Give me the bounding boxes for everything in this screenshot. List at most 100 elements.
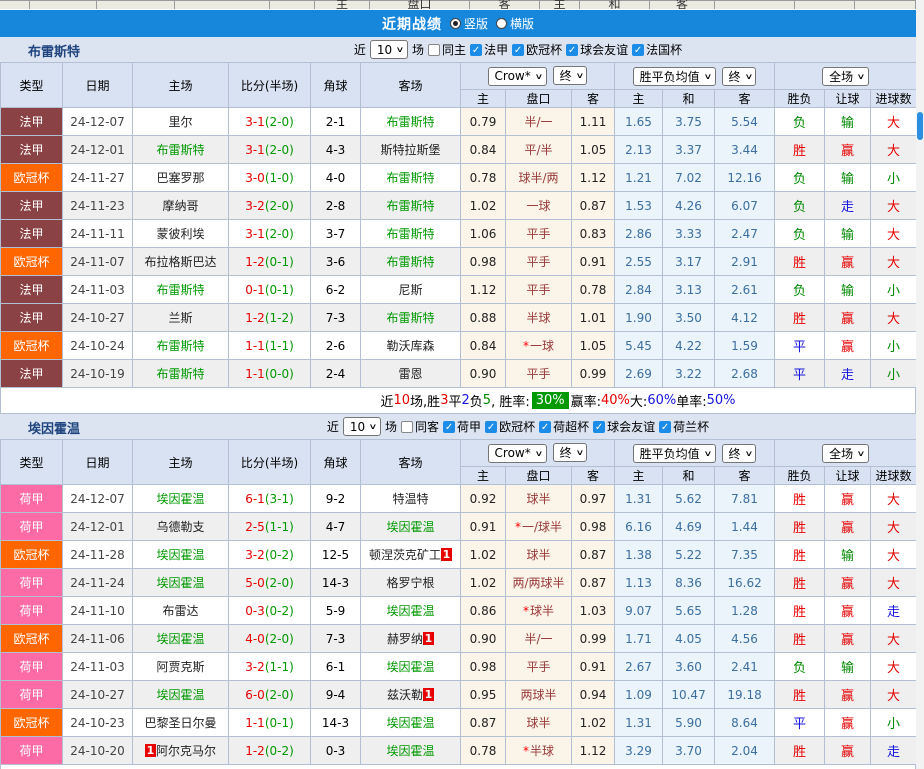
avg-away: 2.68 bbox=[714, 359, 776, 388]
odds-away: 0.98 bbox=[570, 512, 616, 541]
match-date: 24-11-24 bbox=[62, 568, 133, 597]
league-badge: 荷甲 bbox=[0, 568, 63, 597]
odds-home: 1.02 bbox=[460, 191, 506, 220]
league-checkbox-2[interactable]: ✓ 球会友谊 bbox=[566, 41, 628, 58]
star-icon: * bbox=[522, 339, 529, 353]
avg-away: 19.18 bbox=[714, 680, 776, 709]
same-venue-checkbox[interactable]: 同客 bbox=[401, 418, 439, 435]
league-checkbox-2[interactable]: ✓ 荷超杯 bbox=[539, 418, 589, 435]
result-wdl: 平 bbox=[774, 331, 826, 360]
away-team: 埃因霍温 bbox=[360, 736, 461, 765]
team-label: 顿涅茨克矿工 bbox=[368, 548, 441, 562]
league-checkbox-0[interactable]: ✓ 法甲 bbox=[470, 41, 508, 58]
final-select[interactable]: 终 ∨ bbox=[721, 66, 757, 86]
subcol-header: 主 bbox=[614, 466, 664, 485]
result-wdl: 胜 bbox=[774, 596, 826, 625]
subcol-header: 主 bbox=[614, 89, 664, 108]
handicap: 半/一 bbox=[505, 107, 572, 136]
avg-select[interactable]: 胜平负均值 ∨ bbox=[632, 443, 716, 463]
col-header: 比分(半场) bbox=[228, 439, 311, 485]
crow-select[interactable]: Crow* ∨ bbox=[487, 443, 547, 463]
avg-group-header: 胜平负均值 ∨ 终 ∨ bbox=[614, 439, 776, 467]
league-checkbox-1[interactable]: ✓ 欧冠杯 bbox=[512, 41, 562, 58]
checkbox-label: 同主 bbox=[442, 43, 467, 57]
result-wdl: 负 bbox=[774, 163, 826, 192]
final-select[interactable]: 终 ∨ bbox=[552, 66, 588, 86]
away-team: 赫罗纳 1 bbox=[360, 624, 461, 653]
summary-text: 3 bbox=[440, 393, 449, 408]
league-checkbox-3[interactable]: ✓ 球会友谊 bbox=[593, 418, 655, 435]
league-checkbox-0[interactable]: ✓ 荷甲 bbox=[443, 418, 481, 435]
odds-away: 1.01 bbox=[570, 303, 616, 332]
corner-score: 9-2 bbox=[310, 484, 361, 513]
match-row: 欧冠杯 24-11-27 巴塞罗那 3-0(1-0) 4-0 布雷斯特 0.78… bbox=[0, 163, 918, 192]
summary-text: 场,胜 bbox=[410, 395, 441, 410]
corner-score: 7-3 bbox=[310, 303, 361, 332]
chevron-down-icon: ∨ bbox=[703, 71, 712, 81]
unit-label: 场 bbox=[385, 420, 398, 434]
odds-away: 0.94 bbox=[570, 680, 616, 709]
league-checkbox-4[interactable]: ✓ 荷兰杯 bbox=[659, 418, 709, 435]
team-label: 布雷达 bbox=[162, 604, 199, 618]
subcol-header: 胜负 bbox=[774, 89, 826, 108]
rate-badge: 30% bbox=[531, 392, 569, 409]
match-row: 欧冠杯 24-10-23 巴黎圣日尔曼 1-1(0-1) 14-3 埃因霍温 0… bbox=[0, 708, 918, 737]
match-row: 欧冠杯 24-11-07 布拉格斯巴达 1-2(0-1) 3-6 布雷斯特 0.… bbox=[0, 247, 918, 276]
team-label: 布拉格斯巴达 bbox=[144, 255, 217, 269]
avg-select[interactable]: 胜平负均值 ∨ bbox=[632, 66, 716, 86]
result-handicap: 输 bbox=[824, 540, 872, 569]
col-header: 角球 bbox=[310, 62, 361, 108]
summary-text: 40% bbox=[601, 393, 630, 408]
chevron-down-icon: ∨ bbox=[744, 71, 753, 81]
result-handicap: 赢 bbox=[824, 135, 872, 164]
radio-vertical[interactable]: 竖版 bbox=[449, 15, 488, 32]
result-goals: 小 bbox=[870, 275, 918, 304]
home-team: 1 阿尔克马尔 bbox=[132, 736, 229, 765]
final-select[interactable]: 终 ∨ bbox=[552, 443, 588, 463]
result-wdl: 平 bbox=[774, 708, 826, 737]
away-team: 埃因霍温 bbox=[360, 596, 461, 625]
result-handicap: 赢 bbox=[824, 247, 872, 276]
league-badge: 欧冠杯 bbox=[0, 247, 63, 276]
league-checkbox-3[interactable]: ✓ 法国杯 bbox=[632, 41, 682, 58]
crow-select[interactable]: Crow* ∨ bbox=[487, 66, 547, 86]
near-count-select[interactable]: 10 ∨ bbox=[342, 417, 382, 436]
league-checkbox-1[interactable]: ✓ 欧冠杯 bbox=[485, 418, 535, 435]
clipped-header-cell: 客 bbox=[650, 0, 715, 9]
result-goals: 大 bbox=[870, 107, 918, 136]
match-row: 荷甲 24-10-27 埃因霍温 6-0(2-0) 9-4 兹沃勒 1 0.95 … bbox=[0, 680, 918, 709]
league-badge: 荷甲 bbox=[0, 484, 63, 513]
final-select[interactable]: 终 ∨ bbox=[721, 443, 757, 463]
col-header: 日期 bbox=[62, 62, 133, 108]
home-team: 埃因霍温 bbox=[132, 568, 229, 597]
near-label: 近 bbox=[326, 420, 339, 434]
odds-away: 1.12 bbox=[570, 736, 616, 765]
avg-draw: 8.36 bbox=[662, 568, 716, 597]
same-venue-checkbox[interactable]: 同主 bbox=[428, 41, 466, 58]
checkbox-icon: ✓ bbox=[659, 420, 672, 433]
league-badge: 荷甲 bbox=[0, 736, 63, 765]
team-section-1: 埃因霍温 近 10 ∨ 场 同客 ✓ 荷甲 ✓ 欧冠杯 ✓ 荷超杯 ✓ 球会友谊 ✓ 荷兰杯 类型日… bbox=[0, 414, 918, 769]
home-team: 埃因霍温 bbox=[132, 680, 229, 709]
radio-horizontal[interactable]: 横版 bbox=[496, 15, 534, 32]
away-team: 格罗宁根 bbox=[360, 568, 461, 597]
team-label: 埃因霍温 bbox=[386, 604, 435, 618]
avg-away: 6.07 bbox=[714, 191, 776, 220]
score: 3-1(2-0) bbox=[228, 219, 311, 248]
red-card-badge: 1 bbox=[423, 632, 434, 645]
result-wdl: 负 bbox=[774, 107, 826, 136]
result-goals: 大 bbox=[870, 219, 918, 248]
league-badge: 欧冠杯 bbox=[0, 708, 63, 737]
summary-text: 平 bbox=[448, 395, 462, 410]
scrollbar-thumb[interactable] bbox=[917, 112, 923, 140]
col-header: 客场 bbox=[360, 62, 461, 108]
scrollbar[interactable] bbox=[916, 0, 924, 769]
corner-score: 14-3 bbox=[310, 568, 361, 597]
near-count-select[interactable]: 10 ∨ bbox=[369, 40, 409, 59]
match-row: 欧冠杯 24-11-28 埃因霍温 3-2(0-2) 12-5 顿涅茨克矿工 1 … bbox=[0, 540, 918, 569]
avg-home: 3.29 bbox=[614, 736, 664, 765]
fullmatch-select[interactable]: 全场 ∨ bbox=[822, 443, 869, 463]
fullmatch-select[interactable]: 全场 ∨ bbox=[822, 66, 869, 86]
result-wdl: 胜 bbox=[774, 680, 826, 709]
team-label: 乌德勒支 bbox=[156, 520, 205, 534]
